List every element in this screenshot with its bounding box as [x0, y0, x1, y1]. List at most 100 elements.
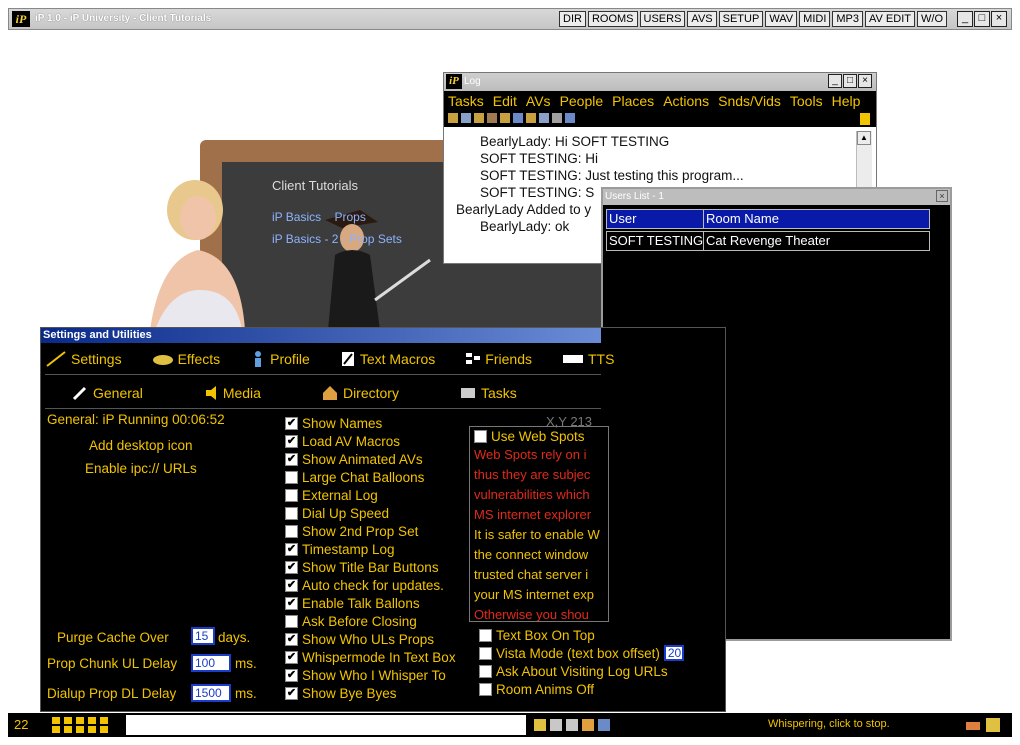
tab-profile[interactable]: Profile: [250, 346, 310, 372]
option-checkbox[interactable]: ✔: [285, 632, 298, 646]
option-row[interactable]: Vista Mode (text box offset) 20: [479, 644, 684, 662]
option-row[interactable]: ✔ Whispermode In Text Box: [285, 648, 456, 666]
add-desktop-icon-link[interactable]: Add desktop icon: [89, 438, 193, 453]
option-row[interactable]: ✔ Show Names: [285, 414, 456, 432]
column-header-user[interactable]: User: [607, 210, 704, 228]
option-row[interactable]: Room Anims Off: [479, 680, 684, 698]
option-row[interactable]: ✔ Show Bye Byes: [285, 684, 456, 702]
emote-icons[interactable]: [48, 715, 124, 735]
option-row[interactable]: ✔ Show Who I Whisper To: [285, 666, 456, 684]
menu-help[interactable]: Help: [832, 93, 861, 109]
menu-edit[interactable]: Edit: [493, 93, 517, 109]
option-row[interactable]: Large Chat Balloons: [285, 468, 456, 486]
mp3-button[interactable]: MP3: [832, 11, 864, 27]
web-spots-checkbox-row[interactable]: Use Web Spots: [474, 427, 608, 445]
option-row[interactable]: ✔ Auto check for updates.: [285, 576, 456, 594]
enable-ipc-urls-link[interactable]: Enable ipc:// URLs: [85, 461, 197, 476]
option-checkbox[interactable]: ✔: [285, 578, 298, 592]
vista-mode-checkbox[interactable]: [479, 646, 492, 660]
tool-icon[interactable]: [539, 113, 549, 123]
option-row[interactable]: ✔ Enable Talk Ballons: [285, 594, 456, 612]
vista-offset-field[interactable]: 20: [663, 645, 684, 661]
option-checkbox[interactable]: [285, 488, 298, 502]
setup-button[interactable]: SETUP: [718, 11, 764, 27]
chat-tools-icons[interactable]: [532, 717, 626, 733]
option-row[interactable]: ✔ Show Animated AVs: [285, 450, 456, 468]
chat-input[interactable]: [126, 715, 526, 735]
tab-friends[interactable]: Friends: [465, 346, 532, 372]
text-box-on-top-checkbox[interactable]: [479, 628, 492, 642]
option-row[interactable]: Text Box On Top: [479, 626, 684, 644]
web-spots-checkbox[interactable]: [474, 429, 487, 443]
subtab-media[interactable]: Media: [203, 380, 261, 406]
option-row[interactable]: ✔ Show Who ULs Props: [285, 630, 456, 648]
log-close-button[interactable]: ×: [858, 74, 872, 88]
option-checkbox[interactable]: ✔: [285, 686, 298, 700]
option-checkbox[interactable]: [285, 614, 298, 628]
wo-button[interactable]: W/O: [917, 11, 947, 27]
status-tray-icons[interactable]: [964, 716, 1004, 734]
purge-cache-field[interactable]: 15: [191, 627, 215, 645]
ask-visiting-urls-checkbox[interactable]: [479, 664, 492, 678]
tool-icon[interactable]: [474, 113, 484, 123]
person-icon[interactable]: [565, 113, 575, 123]
menu-people[interactable]: People: [560, 93, 604, 109]
avs-button[interactable]: AVS: [687, 11, 717, 27]
ul-delay-field[interactable]: 100: [191, 654, 231, 672]
art-link-prop-sets[interactable]: iP Basics - 2 - Prop Sets: [272, 232, 402, 246]
av-edit-button[interactable]: AV EDIT: [865, 11, 915, 27]
tab-text-macros[interactable]: Text Macros: [340, 346, 435, 372]
option-row[interactable]: Dial Up Speed: [285, 504, 456, 522]
option-checkbox[interactable]: [285, 524, 298, 538]
option-checkbox[interactable]: ✔: [285, 452, 298, 466]
option-checkbox[interactable]: [285, 470, 298, 484]
tool-icon[interactable]: [552, 113, 562, 123]
option-checkbox[interactable]: ✔: [285, 596, 298, 610]
menu-tools[interactable]: Tools: [790, 93, 823, 109]
scroll-up-icon[interactable]: ▲: [857, 131, 871, 145]
tool-icon[interactable]: [487, 113, 497, 123]
art-link-props[interactable]: iP Basics Props: [272, 210, 366, 224]
dir-button[interactable]: DIR: [559, 11, 586, 27]
option-row[interactable]: External Log: [285, 486, 456, 504]
subtab-tasks[interactable]: Tasks: [459, 380, 517, 406]
tab-settings[interactable]: Settings: [45, 346, 122, 372]
menu-places[interactable]: Places: [612, 93, 654, 109]
users-close-button[interactable]: ×: [936, 190, 948, 202]
log-minimize-button[interactable]: _: [828, 74, 842, 88]
option-checkbox[interactable]: ✔: [285, 650, 298, 664]
menu-avs[interactable]: AVs: [526, 93, 551, 109]
option-row[interactable]: ✔ Show Title Bar Buttons: [285, 558, 456, 576]
dl-delay-field[interactable]: 1500: [191, 684, 231, 702]
option-row[interactable]: Ask About Visiting Log URLs: [479, 662, 684, 680]
tool-icon[interactable]: [500, 113, 510, 123]
option-checkbox[interactable]: ✔: [285, 416, 298, 430]
midi-button[interactable]: MIDI: [799, 11, 831, 27]
column-header-room[interactable]: Room Name: [704, 210, 929, 228]
menu-snds-vids[interactable]: Snds/Vids: [718, 93, 781, 109]
option-row[interactable]: Ask Before Closing: [285, 612, 456, 630]
subtab-general[interactable]: General: [71, 380, 143, 406]
log-maximize-button[interactable]: □: [843, 74, 857, 88]
scroll-arrows-icon[interactable]: [860, 113, 870, 125]
option-row[interactable]: ✔ Load AV Macros: [285, 432, 456, 450]
option-checkbox[interactable]: ✔: [285, 434, 298, 448]
tab-effects[interactable]: Effects: [152, 346, 220, 372]
whisper-status[interactable]: Whispering, click to stop.: [768, 718, 890, 730]
option-checkbox[interactable]: ✔: [285, 668, 298, 682]
room-anims-off-checkbox[interactable]: [479, 682, 492, 696]
option-checkbox[interactable]: ✔: [285, 542, 298, 556]
tab-tts[interactable]: TTS: [562, 346, 614, 372]
tool-icon[interactable]: [526, 113, 536, 123]
minimize-button[interactable]: _: [957, 11, 973, 27]
option-row[interactable]: Show 2nd Prop Set: [285, 522, 456, 540]
option-checkbox[interactable]: [285, 506, 298, 520]
menu-tasks[interactable]: Tasks: [448, 93, 484, 109]
option-checkbox[interactable]: ✔: [285, 560, 298, 574]
menu-actions[interactable]: Actions: [663, 93, 709, 109]
maximize-button[interactable]: □: [974, 11, 990, 27]
tool-icon[interactable]: [448, 113, 458, 123]
subtab-directory[interactable]: Directory: [321, 380, 399, 406]
close-button[interactable]: ×: [991, 11, 1007, 27]
tool-icon[interactable]: [513, 113, 523, 123]
